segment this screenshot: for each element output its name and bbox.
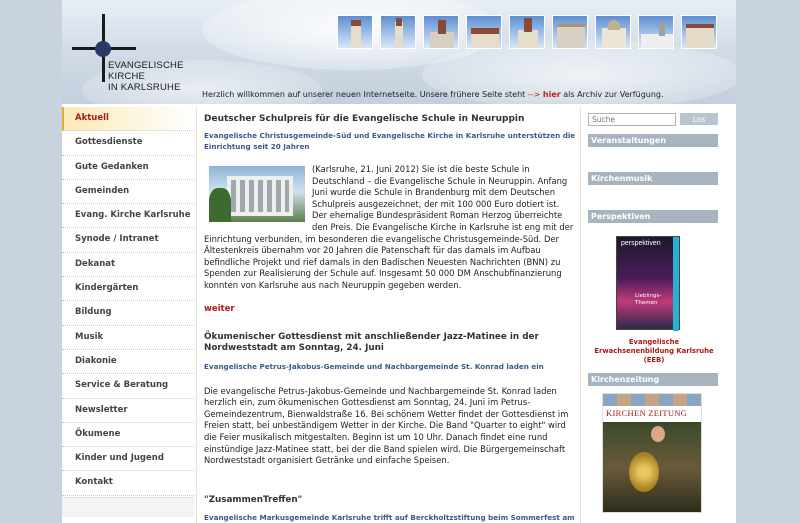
- church-thumbnail[interactable]: [380, 15, 416, 49]
- article-subtitle: Evangelische Petrus-Jakobus-Gemeinde und…: [204, 361, 544, 371]
- welcome-suffix: als Archiv zur Verfügung.: [563, 90, 664, 99]
- news-article: Ökumenischer Gottesdienst mit anschließe…: [204, 332, 576, 467]
- nav-item-oekumene[interactable]: Ökumene: [62, 422, 194, 448]
- logo-text: EVANGELISCHE KIRCHE IN KARLSRUHE: [108, 60, 212, 93]
- main-content: Deutscher Schulpreis für die Evangelisch…: [204, 114, 576, 523]
- kirchenzeitung-title: KIRCHEN ZEITUNG: [606, 408, 688, 418]
- church-thumbnails: [337, 15, 717, 49]
- nav-item-kinder-jugend[interactable]: Kinder und Jugend: [62, 447, 194, 472]
- site-logo[interactable]: EVANGELISCHE KIRCHE IN KARLSRUHE: [72, 14, 212, 93]
- church-thumbnail[interactable]: [552, 15, 588, 49]
- nav-item-musik[interactable]: Musik: [62, 325, 194, 350]
- article-subtitle: Evangelische Markusgemeinde Karlsruhe tr…: [204, 513, 575, 523]
- article-title[interactable]: "ZusammenTreffen": [204, 495, 576, 507]
- kirchenzeitung-cover[interactable]: KIRCHEN ZEITUNG: [602, 393, 702, 513]
- nav-item-aktuell[interactable]: Aktuell: [62, 107, 194, 132]
- news-article: "ZusammenTreffen" Evangelische Markusgem…: [204, 495, 576, 523]
- nav-footer-box: [62, 497, 194, 517]
- nav-item-kontakt[interactable]: Kontakt: [62, 471, 194, 496]
- nav-item-dekanat[interactable]: Dekanat: [62, 252, 194, 278]
- box-veranstaltungen[interactable]: Veranstaltungen: [588, 134, 718, 147]
- news-article: Deutscher Schulpreis für die Evangelisch…: [204, 114, 576, 314]
- box-perspektiven[interactable]: Perspektiven: [588, 210, 718, 223]
- column-divider: [196, 107, 197, 523]
- perspektiven-magazine-cover[interactable]: perspektiven Lieblings-Themen: [616, 236, 680, 331]
- nav-item-bildung[interactable]: Bildung: [62, 301, 194, 326]
- article-title[interactable]: Deutscher Schulpreis für die Evangelisch…: [204, 114, 576, 124]
- article-body: Die evangelische Petrus-Jakobus-Gemeinde…: [204, 385, 569, 466]
- magazine-subtitle: Lieblings-Themen: [635, 293, 662, 306]
- church-thumbnail[interactable]: [466, 15, 502, 49]
- church-thumbnail[interactable]: [509, 15, 545, 49]
- nav-item-newsletter[interactable]: Newsletter: [62, 398, 194, 423]
- welcome-message: Herzlich willkommen auf unserer neuen In…: [202, 90, 664, 99]
- church-thumbnail[interactable]: [638, 15, 674, 49]
- eeb-link[interactable]: Evangelische Erwachsenenbildung Karlsruh…: [588, 338, 720, 365]
- church-thumbnail[interactable]: [595, 15, 631, 49]
- nav-item-gottesdienste[interactable]: Gottesdienste: [62, 131, 194, 156]
- article-title[interactable]: Ökumenischer Gottesdienst mit anschließe…: [204, 332, 576, 355]
- box-kirchenmusik[interactable]: Kirchenmusik: [588, 172, 718, 185]
- school-photo: [209, 166, 305, 222]
- church-thumbnail[interactable]: [423, 15, 459, 49]
- search-input[interactable]: [588, 113, 676, 126]
- article-subtitle: Evangelische Christusgemeinde-Süd und Ev…: [204, 131, 576, 151]
- nav-item-gemeinden[interactable]: Gemeinden: [62, 179, 194, 205]
- welcome-prefix: Herzlich willkommen auf unserer neuen In…: [202, 90, 526, 99]
- church-thumbnail[interactable]: [337, 15, 373, 49]
- archive-link[interactable]: hier: [543, 90, 561, 99]
- column-divider: [580, 107, 581, 523]
- header: EVANGELISCHE KIRCHE IN KARLSRUHE Herzlic…: [62, 0, 736, 104]
- church-thumbnail[interactable]: [681, 15, 717, 49]
- box-kirchenzeitung[interactable]: Kirchenzeitung: [588, 373, 718, 386]
- search-button[interactable]: Los: [680, 113, 718, 125]
- nav-item-service-beratung[interactable]: Service & Beratung: [62, 374, 194, 399]
- read-more-link[interactable]: weiter: [204, 304, 576, 314]
- right-sidebar: Los Veranstaltungen Kirchenmusik Perspek…: [588, 113, 720, 513]
- logo-line2: IN KARLSRUHE: [108, 82, 181, 93]
- logo-line1: EVANGELISCHE KIRCHE: [108, 60, 184, 82]
- nav-item-synode-intranet[interactable]: Synode / Intranet: [62, 228, 194, 253]
- magazine-title: perspektiven: [621, 240, 661, 247]
- main-navigation: Aktuell Gottesdienste Gute Gedanken Geme…: [62, 107, 194, 496]
- search-form: Los: [588, 113, 720, 126]
- page: EVANGELISCHE KIRCHE IN KARLSRUHE Herzlic…: [62, 0, 736, 523]
- cross-icon-dot: [95, 41, 111, 57]
- nav-item-diakonie[interactable]: Diakonie: [62, 349, 194, 375]
- nav-item-kindergaerten[interactable]: Kindergärten: [62, 277, 194, 302]
- welcome-arrow: -->: [527, 90, 541, 99]
- nav-item-gute-gedanken[interactable]: Gute Gedanken: [62, 155, 194, 180]
- nav-item-evang-kirche-karlsruhe[interactable]: Evang. Kirche Karlsruhe: [62, 204, 194, 229]
